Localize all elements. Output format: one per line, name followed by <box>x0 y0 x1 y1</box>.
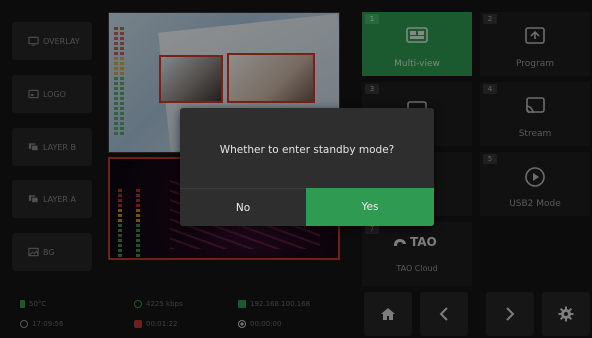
no-button[interactable]: No <box>180 188 306 226</box>
device-screen: OVERLAY LOGO LAYER B LAYER A BG 1 Multi-… <box>0 0 592 338</box>
yes-button[interactable]: Yes <box>306 188 434 226</box>
dialog-message: Whether to enter standby mode? <box>219 144 395 156</box>
standby-dialog: Whether to enter standby mode? No Yes <box>180 108 434 226</box>
